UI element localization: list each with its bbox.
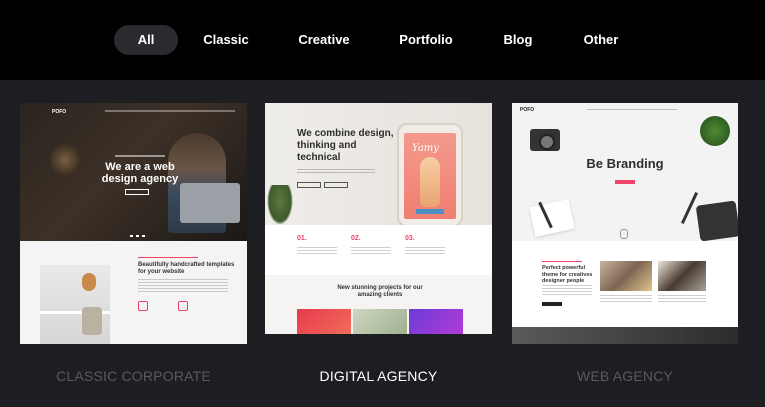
preview-features: 01. 02. 03. bbox=[265, 225, 492, 275]
preview-kicker-line bbox=[115, 155, 165, 157]
preview-headline: We combine design, thinking and technica… bbox=[297, 128, 394, 163]
preview-clients-section: New stunning projects for our amazing cl… bbox=[265, 275, 492, 334]
preview-laptop-image bbox=[180, 183, 240, 223]
preview-body-text bbox=[542, 285, 592, 297]
filter-blog[interactable]: Blog bbox=[498, 25, 538, 55]
filter-tabs: All Classic Creative Portfolio Blog Othe… bbox=[0, 0, 765, 80]
preview-nav bbox=[587, 109, 677, 110]
preview-headline: Be Branding bbox=[586, 156, 664, 171]
filter-all[interactable]: All bbox=[114, 25, 178, 55]
preview-logo: POFO bbox=[52, 109, 67, 115]
preview-button bbox=[297, 182, 321, 188]
preview-clients-heading: New stunning projects for our amazing cl… bbox=[337, 285, 423, 298]
card-label-digital-agency[interactable]: DIGITAL AGENCY bbox=[265, 368, 492, 384]
preview-tablet-image bbox=[695, 200, 738, 242]
preview-logo: POFO bbox=[520, 107, 535, 113]
card-label-web-agency[interactable]: WEB AGENCY bbox=[512, 368, 738, 384]
preview-caption-text bbox=[600, 295, 652, 303]
filter-portfolio[interactable]: Portfolio bbox=[394, 25, 458, 55]
preview-phone-text: Yamy bbox=[412, 143, 439, 154]
preview-button bbox=[324, 182, 348, 188]
camera-lens bbox=[539, 134, 555, 150]
preview-feature-icon bbox=[178, 301, 188, 311]
preview-subheadline: Perfect powerful theme for creatives des… bbox=[542, 265, 593, 284]
preview-feature-number: 03. bbox=[405, 235, 415, 242]
filter-other[interactable]: Other bbox=[576, 25, 626, 55]
preview-paper-image bbox=[529, 199, 575, 237]
preview-plant-image bbox=[700, 116, 730, 146]
preview-cup-image bbox=[620, 229, 628, 239]
preview-accent-line bbox=[542, 261, 582, 262]
preview-slider-dots bbox=[130, 235, 146, 237]
preview-plant-image bbox=[267, 185, 293, 225]
preview-feature-text bbox=[405, 247, 445, 255]
preview-cake-image bbox=[420, 157, 440, 207]
preview-chair bbox=[82, 307, 102, 335]
demo-card-digital-agency[interactable]: We combine design, thinking and technica… bbox=[265, 103, 492, 334]
preview-button bbox=[615, 180, 635, 184]
filter-classic[interactable]: Classic bbox=[200, 25, 252, 55]
preview-button bbox=[125, 189, 149, 195]
preview-project-thumb bbox=[297, 309, 351, 334]
preview-button bbox=[542, 302, 562, 306]
preview-feature-number: 01. bbox=[297, 235, 307, 242]
preview-camera-image bbox=[530, 129, 560, 151]
preview-lower-section: Beautifully handcrafted templates for yo… bbox=[20, 241, 247, 344]
preview-feature-number: 02. bbox=[351, 235, 361, 242]
preview-body-text bbox=[297, 169, 375, 175]
preview-team-image bbox=[600, 261, 652, 291]
preview-body-text bbox=[138, 279, 228, 293]
demo-card-classic-corporate[interactable]: POFO We are a web design agency Beautifu… bbox=[20, 103, 247, 344]
top-filter-bar: All Classic Creative Portfolio Blog Othe… bbox=[0, 0, 765, 80]
preview-lamp-image bbox=[50, 143, 80, 177]
preview-lower-section: Perfect powerful theme for creatives des… bbox=[512, 241, 738, 344]
preview-woman bbox=[82, 273, 96, 291]
filter-creative[interactable]: Creative bbox=[292, 25, 356, 55]
preview-phone-screen: Yamy bbox=[404, 133, 456, 219]
demo-card-web-agency[interactable]: POFO Be Branding Perfect powerful theme … bbox=[512, 103, 738, 344]
preview-workspace-image bbox=[40, 265, 110, 344]
preview-feature-text bbox=[351, 247, 391, 255]
preview-project-thumb bbox=[409, 309, 463, 334]
preview-phone-mockup: Yamy bbox=[397, 123, 463, 227]
preview-feature-icon bbox=[138, 301, 148, 311]
card-label-classic-corporate[interactable]: CLASSIC CORPORATE bbox=[20, 368, 247, 384]
preview-hero: POFO Be Branding bbox=[512, 103, 738, 242]
preview-subheadline: Beautifully handcrafted templates for yo… bbox=[138, 262, 235, 275]
preview-nav bbox=[105, 110, 235, 112]
preview-team-image bbox=[658, 261, 706, 291]
preview-feature-text bbox=[297, 247, 337, 255]
preview-footer-strip bbox=[512, 327, 738, 344]
preview-headline: We are a web design agency bbox=[101, 161, 179, 185]
preview-project-thumb bbox=[353, 309, 407, 334]
preview-hero: POFO We are a web design agency bbox=[20, 103, 247, 241]
preview-hero: We combine design, thinking and technica… bbox=[265, 103, 492, 227]
preview-phone-button bbox=[416, 209, 444, 214]
preview-caption-text bbox=[658, 295, 706, 303]
preview-accent-line bbox=[138, 257, 198, 258]
